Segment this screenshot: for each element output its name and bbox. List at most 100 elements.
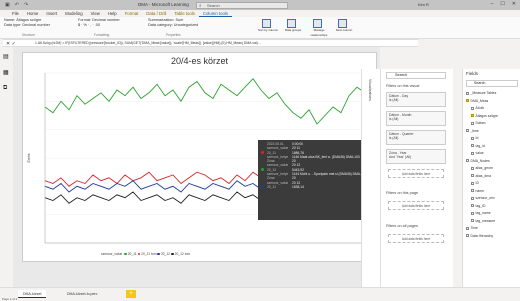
- field-checkbox[interactable]: [471, 181, 474, 185]
- field-label: Dátum: [475, 121, 486, 125]
- visualizations-pane[interactable]: Visualizations: [361, 69, 380, 287]
- page-tab-1[interactable]: DMA-körzet: [18, 290, 47, 298]
- new-column-icon[interactable]: [338, 19, 347, 28]
- tab-file[interactable]: File: [8, 10, 23, 17]
- save-icon[interactable]: ▣: [5, 2, 10, 8]
- filter-card[interactable]: Dátum - Quarter is (All): [386, 130, 446, 145]
- close-icon[interactable]: ✕: [512, 1, 516, 7]
- filters-search[interactable]: Search: [386, 72, 446, 79]
- tab-data-drill[interactable]: Data / Drill: [142, 10, 170, 17]
- datatype-field[interactable]: Data type: Decimal number: [4, 23, 62, 28]
- field-checkbox[interactable]: [471, 114, 474, 118]
- field-checkbox[interactable]: [471, 136, 474, 140]
- field-checkbox[interactable]: [471, 196, 474, 200]
- field-item[interactable]: value: [471, 151, 484, 155]
- legend-item[interactable]: 20_12 tom: [175, 252, 191, 256]
- tab-insert[interactable]: Insert: [42, 10, 61, 17]
- pane-collapse-tabs[interactable]: [453, 69, 462, 287]
- field-item[interactable]: tag_measure: [471, 219, 495, 223]
- field-checkbox[interactable]: [466, 234, 469, 238]
- formula-text[interactable]: 1 Átl.Szög (nr2M) = IF(ISFILTERED('press…: [35, 41, 375, 46]
- sort-by-column-icon[interactable]: [262, 19, 271, 28]
- add-page-button[interactable]: +: [126, 290, 136, 298]
- field-checkbox[interactable]: [471, 189, 474, 193]
- field-label: tag_id: [475, 143, 485, 148]
- tab-format[interactable]: Format: [121, 10, 143, 17]
- field-label: szenzor_nev: [475, 196, 495, 200]
- field-checkbox[interactable]: [471, 144, 474, 148]
- structure-group-label: Structure: [22, 33, 35, 37]
- user-name[interactable]: Kim R: [418, 2, 429, 7]
- field-item[interactable]: Data Hierarchy: [466, 234, 493, 238]
- field-checkbox[interactable]: [466, 99, 469, 103]
- field-checkbox[interactable]: [471, 106, 474, 110]
- field-item[interactable]: Dátum: [471, 121, 486, 125]
- field-item[interactable]: tag_name: [471, 211, 491, 215]
- fields-title: Fields: [466, 71, 479, 76]
- view-rail: ▤ ▦ ⧉: [0, 47, 13, 287]
- field-item[interactable]: alias_geom: [471, 166, 493, 170]
- data-view-icon[interactable]: ▦: [3, 69, 9, 76]
- field-item[interactable]: tag_id: [471, 144, 485, 148]
- field-checkbox[interactable]: [471, 211, 474, 215]
- field-checkbox[interactable]: [471, 166, 474, 170]
- field-item[interactable]: ID: [471, 181, 479, 185]
- manage-relationships-label: Manage relationships: [310, 28, 328, 37]
- field-item[interactable]: DMA_Meas: [466, 99, 488, 103]
- tab-column-tools[interactable]: Column tools: [198, 10, 232, 17]
- undo-icon[interactable]: ↶: [15, 2, 19, 8]
- field-checkbox[interactable]: [471, 219, 474, 223]
- redo-icon[interactable]: ↷: [24, 2, 28, 8]
- page-tab-2[interactable]: DMA-körzet-fo.perc: [62, 290, 102, 298]
- legend-item[interactable]: 20_12: [161, 252, 170, 256]
- search-box[interactable]: ⌕ Search: [196, 2, 288, 9]
- field-checkbox[interactable]: [466, 159, 469, 163]
- data-groups-icon[interactable]: [287, 19, 296, 28]
- field-item[interactable]: _Measure Tables: [466, 91, 496, 95]
- fields-search[interactable]: Search: [466, 80, 518, 87]
- legend-item[interactable]: 20_11: [128, 252, 137, 256]
- field-item[interactable]: DMA_Nodes: [466, 159, 490, 163]
- field-checkbox[interactable]: [471, 204, 474, 208]
- field-item[interactable]: szenzor_nev: [471, 196, 495, 200]
- filter-card[interactable]: Zóna - Year And 'Year' (All): [386, 149, 446, 164]
- field-item[interactable]: Time: [466, 226, 478, 230]
- filter-card[interactable]: Dátum - Month is (All): [386, 111, 446, 126]
- field-item[interactable]: _time: [466, 129, 479, 133]
- field-item[interactable]: Átlagos szögre: [471, 114, 498, 118]
- tab-help[interactable]: Help: [104, 10, 121, 17]
- tab-table-tools[interactable]: Table tools: [170, 10, 199, 17]
- field-checkbox[interactable]: [471, 151, 474, 155]
- field-item[interactable]: Átl.db: [471, 106, 484, 110]
- field-checkbox[interactable]: [466, 129, 469, 133]
- add-field-page[interactable]: Add data fields here: [388, 201, 444, 210]
- field-checkbox[interactable]: [471, 121, 474, 125]
- field-checkbox[interactable]: [471, 174, 474, 178]
- report-view-icon[interactable]: ▤: [3, 53, 9, 60]
- legend-item[interactable]: 20_11 tom: [141, 252, 156, 256]
- tab-view[interactable]: View: [87, 10, 104, 17]
- field-checkbox[interactable]: [466, 91, 469, 95]
- maximize-icon[interactable]: ☐: [500, 1, 504, 7]
- add-field-all[interactable]: Add data fields here: [388, 234, 444, 243]
- tab-modeling[interactable]: Modeling: [61, 10, 86, 17]
- tooltip-dot: [261, 177, 264, 180]
- field-item[interactable]: Id: [471, 136, 478, 140]
- field-item[interactable]: name: [471, 189, 484, 193]
- tab-home[interactable]: Home: [23, 10, 42, 17]
- format-buttons[interactable]: $ · % · , · .00: [78, 23, 136, 28]
- page-tabs: DMA-körzet DMA-körzet-fo.perc + Page 1 o…: [0, 287, 520, 301]
- model-view-icon[interactable]: ⧉: [3, 85, 7, 92]
- tooltip-dot: [261, 147, 264, 150]
- structure-group: Name: Átlagos szögre Data type: Decimal …: [4, 18, 62, 37]
- ribbon-tabs: File Home Insert Modeling View Help Format Data…: [0, 10, 520, 17]
- field-item[interactable]: tag_ID: [471, 204, 486, 208]
- field-checkbox[interactable]: [466, 226, 469, 230]
- manage-relationships-icon[interactable]: [313, 19, 322, 28]
- minimize-icon[interactable]: –: [491, 1, 494, 7]
- datacategory-field[interactable]: Data category: Uncategorized: [148, 23, 208, 28]
- filter-card[interactable]: Dátum - Day is (All): [386, 92, 446, 107]
- ribbon: Name: Átlagos szögre Data type: Decimal …: [0, 17, 520, 39]
- field-item[interactable]: alias_dma: [471, 174, 491, 178]
- add-field-visual[interactable]: Add data fields here: [388, 169, 444, 178]
